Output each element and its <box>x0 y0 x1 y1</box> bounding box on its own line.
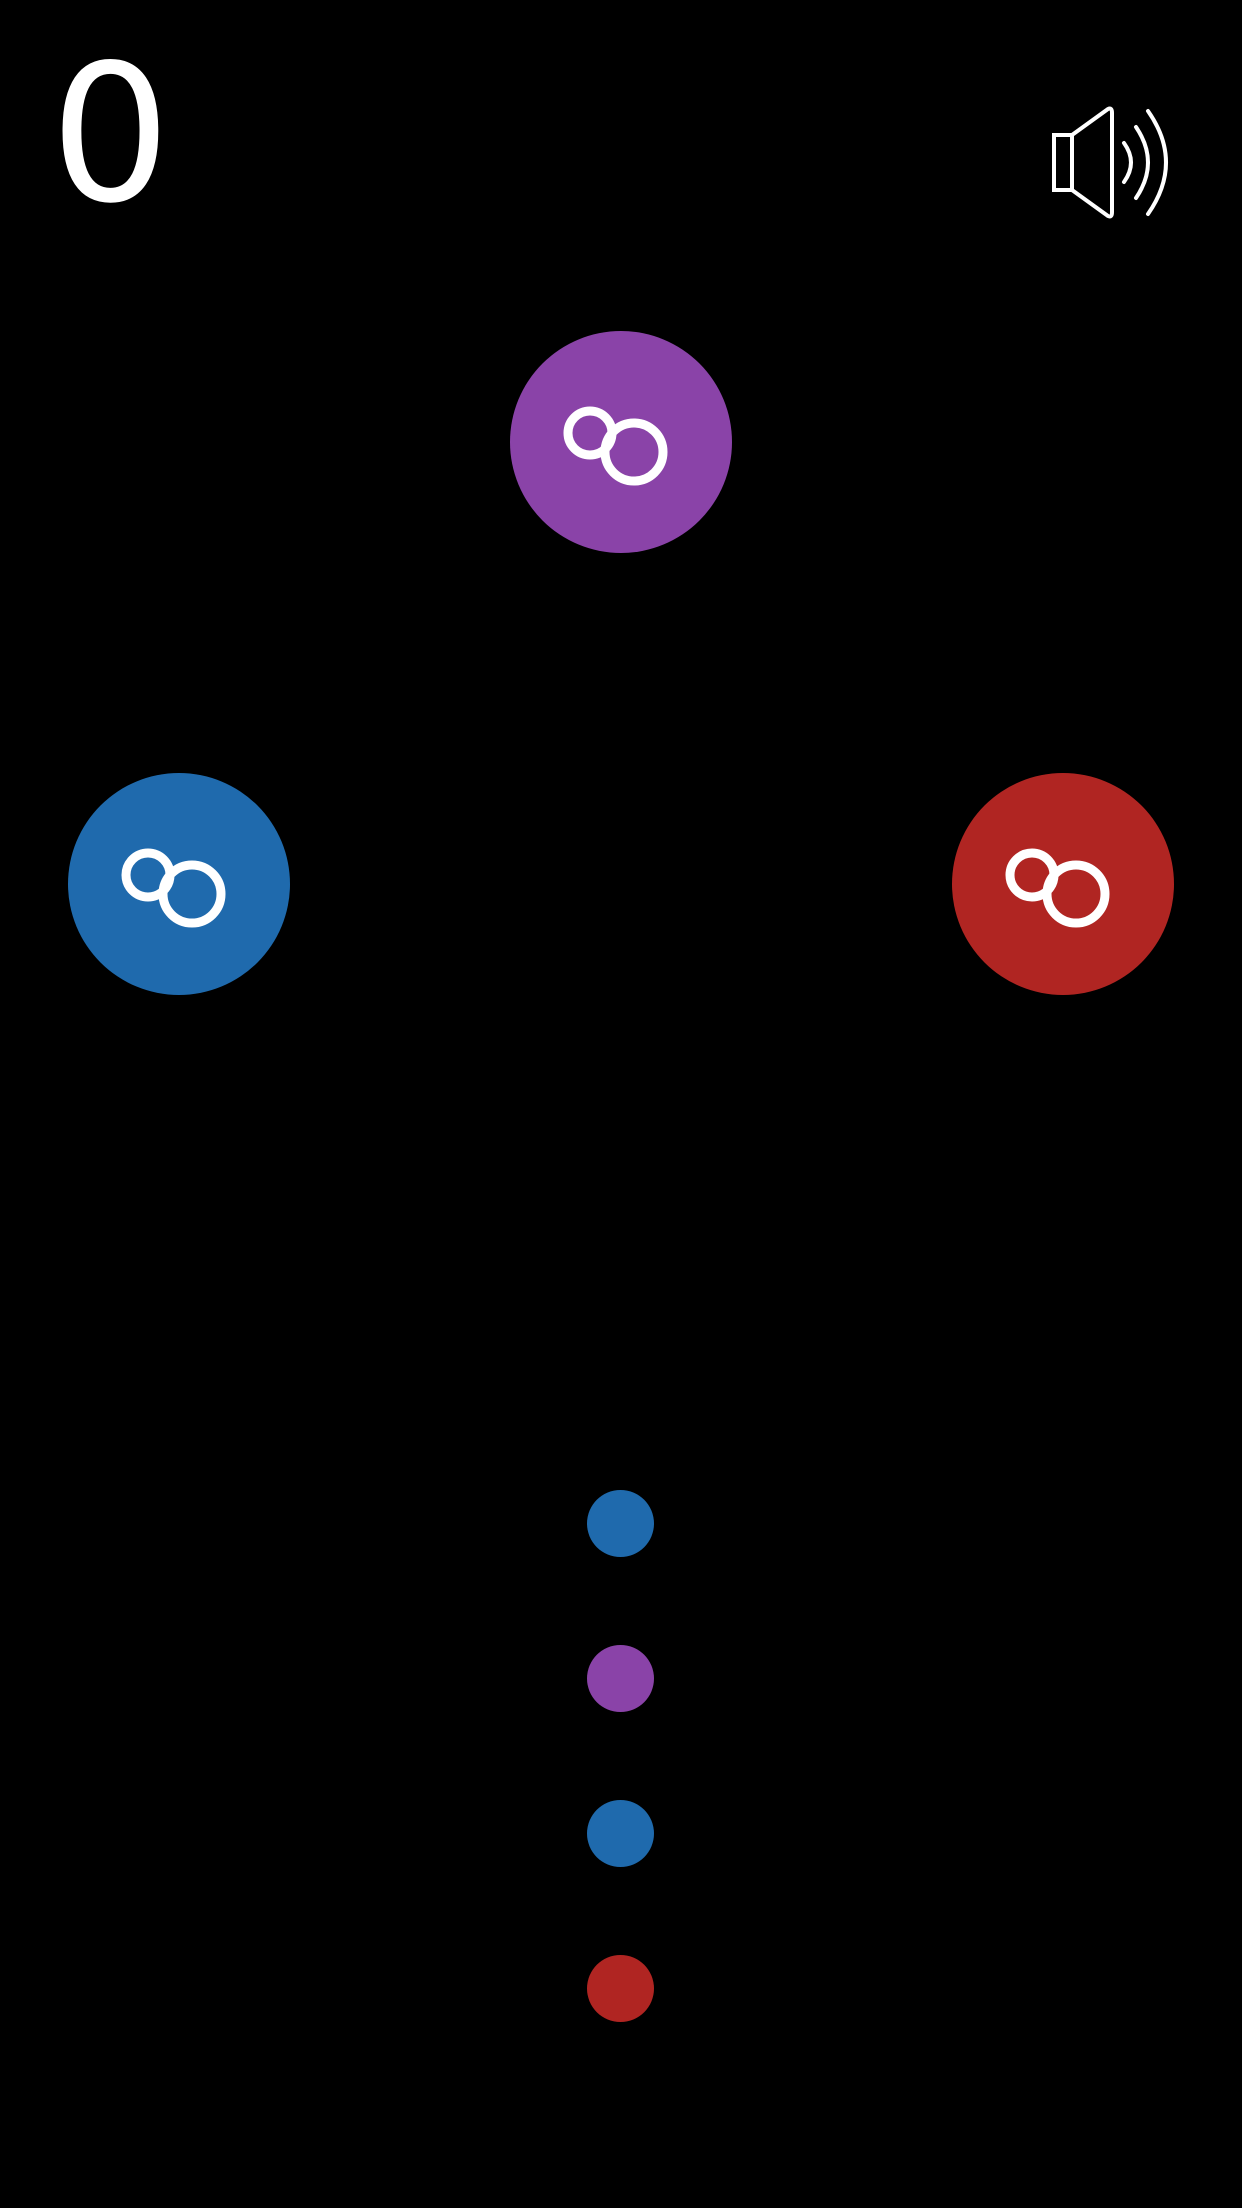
game-stage[interactable]: 0 <box>0 0 1242 2208</box>
target-circle-blue[interactable] <box>68 773 290 995</box>
queue-dot-purple <box>587 1645 654 1712</box>
target-circle-red[interactable] <box>952 773 1174 995</box>
queue-dot-red <box>587 1955 654 2022</box>
double-ring-icon <box>563 406 668 486</box>
queue-dot-blue <box>587 1800 654 1867</box>
double-ring-icon <box>1005 848 1110 928</box>
queue-dot-blue <box>587 1490 654 1557</box>
double-ring-icon <box>121 848 226 928</box>
score-counter: 0 <box>50 24 171 245</box>
sound-toggle-button[interactable] <box>1050 105 1185 220</box>
target-circle-purple[interactable] <box>510 331 732 553</box>
speaker-on-icon <box>1052 106 1168 219</box>
